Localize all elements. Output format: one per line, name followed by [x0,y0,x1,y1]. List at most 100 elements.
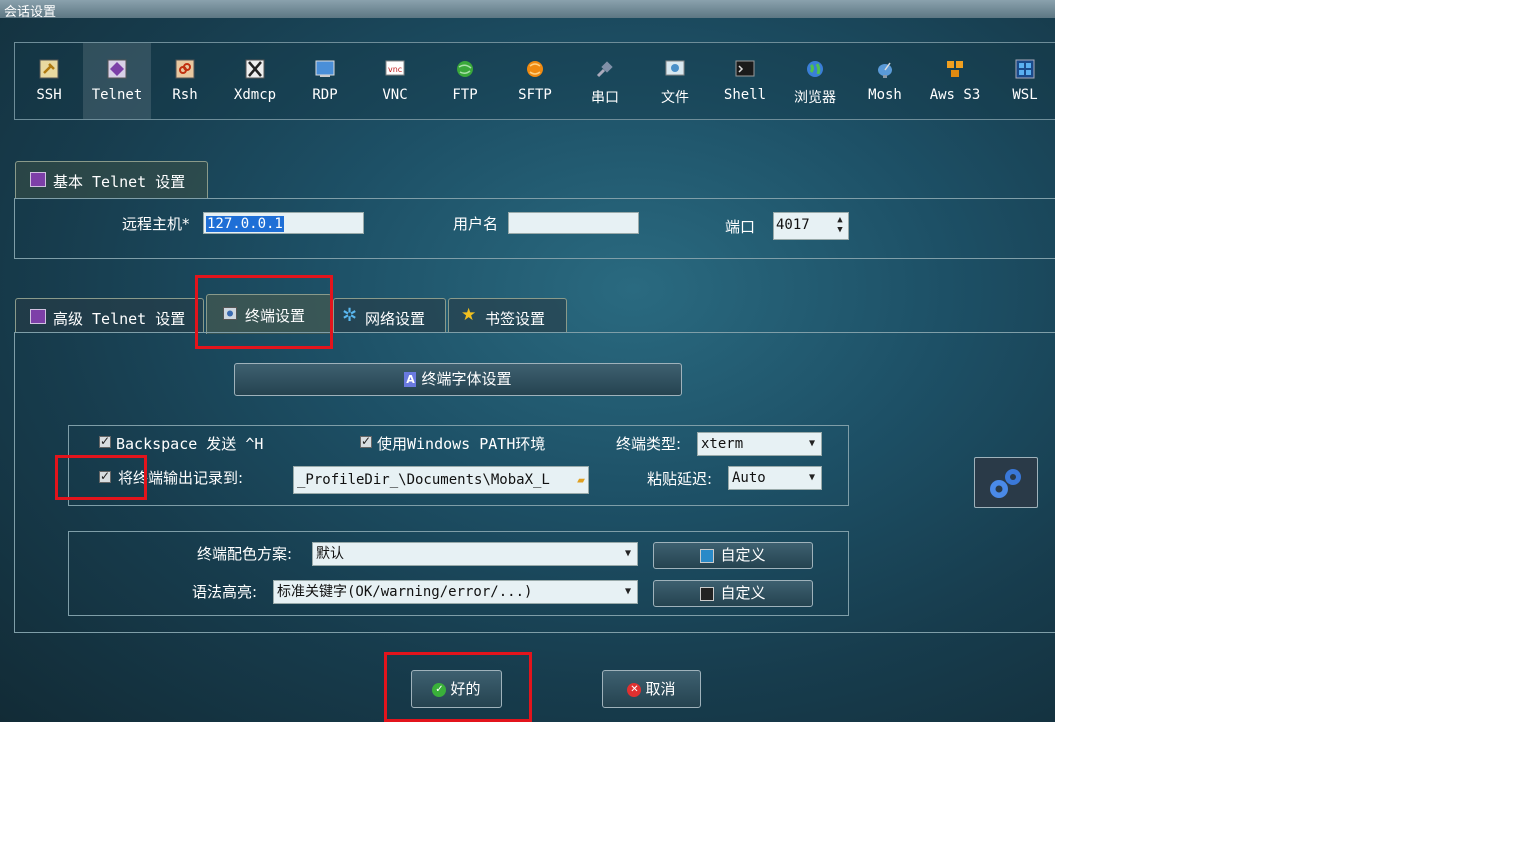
highlight-log-checkbox [55,455,147,500]
advanced-settings-button[interactable] [974,457,1038,508]
protocol-browser[interactable]: 浏览器 [781,43,849,119]
protocol-rdp[interactable]: RDP [291,43,359,119]
syntax-highlight-dropdown[interactable]: 标准关键字(OK/warning/error/...) ▼ [273,580,638,604]
protocol-label: 串口 [591,90,619,106]
palette-icon [700,548,715,563]
color-scheme-dropdown[interactable]: 默认 ▼ [312,542,638,566]
mosh-dish-icon [878,62,892,78]
sftp-icon [527,61,543,77]
terminal-type-label: 终端类型: [616,435,682,453]
protocol-ssh[interactable]: SSH [15,43,83,119]
protocol-serial[interactable]: 串口 [571,43,639,119]
protocol-sftp[interactable]: SFTP [501,43,569,119]
aws-s3-icon [947,61,963,77]
username-input[interactable] [508,212,639,234]
highlight-ok-button [384,652,532,722]
telnet-icon [30,172,46,187]
port-spinner[interactable]: ▲ ▼ [834,215,846,237]
snowflake-icon: ✲ [342,305,358,326]
tab-label: 高级 Telnet 设置 [53,310,186,328]
chevron-down-icon: ▼ [808,472,815,483]
protocol-label: WSL [1012,87,1038,103]
protocol-aws-s3[interactable]: Aws S3 [921,43,989,119]
folder-icon[interactable]: ▰ [577,468,585,493]
protocol-label: 文件 [661,90,689,106]
windows-path-checkbox[interactable] [360,434,372,448]
terminal-type-dropdown[interactable]: xterm ▼ [697,432,822,456]
log-path-value: _ProfileDir_\Documents\MobaX_L [297,472,550,488]
protocol-label: 浏览器 [794,90,836,106]
cancel-circle-icon: ✕ [627,682,642,697]
tab-advanced-telnet[interactable]: 高级 Telnet 设置 [15,298,204,333]
browser-globe-icon [807,61,823,77]
star-icon: ★ [461,305,477,325]
syntax-icon [700,586,715,601]
title-bar: 会话设置 [0,0,1055,20]
terminal-type-value: xterm [701,436,744,452]
custom-label: 自定义 [720,546,766,564]
basic-settings-panel: 远程主机* 127.0.0.1 用户名 端口 4017 ▲ ▼ [14,198,1055,259]
backspace-checkbox[interactable] [99,434,111,448]
windows-path-label: 使用Windows PATH环境 [377,435,546,453]
tab-bookmark-settings[interactable]: ★ 书签设置 [448,298,567,333]
highlight-terminal-tab [195,275,333,349]
chevron-down-icon: ▼ [624,586,631,597]
custom-label: 自定义 [720,584,766,602]
svg-text:vnc: vnc [388,65,402,74]
protocol-label: SFTP [518,87,552,103]
protocol-shell[interactable]: Shell [711,43,779,119]
username-label: 用户名 [453,215,499,233]
custom-color-button[interactable]: 自定义 [653,542,813,569]
tab-basic-telnet[interactable]: 基本 Telnet 设置 [15,161,208,198]
rdp-icon [315,60,335,77]
cancel-label: 取消 [645,680,676,698]
protocol-ftp[interactable]: FTP [431,43,499,119]
protocol-label: Telnet [91,87,143,103]
protocol-xdmcp[interactable]: Xdmcp [221,43,289,119]
cancel-button[interactable]: ✕ 取消 [602,670,701,708]
session-settings-dialog: 会话设置 SSH Telnet Rsh Xdmcp RDP vnc VNC FT… [0,0,1055,722]
protocol-wsl[interactable]: WSL [991,43,1055,119]
port-input[interactable]: 4017 ▲ ▼ [773,212,849,240]
protocol-vnc[interactable]: vnc VNC [361,43,429,119]
ssh-key-icon [39,59,59,79]
protocol-label: Aws S3 [929,87,981,103]
port-label: 端口 [725,218,756,236]
protocol-label: SSH [36,87,62,103]
log-path-input[interactable]: _ProfileDir_\Documents\MobaX_L ▰ [293,466,589,494]
tab-label: 网络设置 [365,310,426,328]
protocol-bar: SSH Telnet Rsh Xdmcp RDP vnc VNC FTP SFT [14,42,1055,120]
tab-label: 书签设置 [485,310,546,328]
syntax-highlight-value: 标准关键字(OK/warning/error/...) [277,584,533,600]
terminal-font-button[interactable]: A 终端字体设置 [234,363,682,396]
protocol-file[interactable]: 文件 [641,43,709,119]
xdmcp-icon [245,59,265,79]
protocol-label: Xdmcp [233,87,277,103]
paste-delay-dropdown[interactable]: Auto ▼ [728,466,822,490]
terminal-options-group: Backspace 发送 ^H 使用Windows PATH环境 终端类型: x… [68,425,849,506]
protocol-rsh[interactable]: Rsh [151,43,219,119]
chevron-down-icon: ▼ [808,438,815,449]
paste-delay-value: Auto [732,470,766,486]
shell-terminal-icon [735,60,755,77]
serial-plug-icon [596,61,613,78]
tab-network-settings[interactable]: ✲ 网络设置 [333,298,446,333]
color-scheme-label: 终端配色方案: [197,545,293,563]
window-title: 会话设置 [4,5,57,20]
protocol-label: Rsh [172,87,198,103]
terminal-settings-panel: A 终端字体设置 Backspace 发送 ^H 使用Windows PATH环境… [14,332,1055,633]
protocol-label: FTP [452,87,478,103]
port-value: 4017 [776,217,810,233]
protocol-label: RDP [312,87,338,103]
protocol-label: Shell [723,87,767,103]
rsh-icon [175,59,195,79]
protocol-mosh[interactable]: Mosh [851,43,919,119]
color-scheme-group: 终端配色方案: 默认 ▼ 自定义 语法高亮: 标准关键字(OK/warning/e… [68,531,849,616]
wsl-windows-icon [1015,59,1035,79]
custom-syntax-button[interactable]: 自定义 [653,580,813,607]
backspace-label: Backspace 发送 ^H [116,435,264,453]
remote-host-input[interactable]: 127.0.0.1 [203,212,364,234]
protocol-telnet[interactable]: Telnet [83,43,151,119]
ftp-globe-icon [457,61,473,77]
tab-label: 基本 Telnet 设置 [53,173,186,191]
